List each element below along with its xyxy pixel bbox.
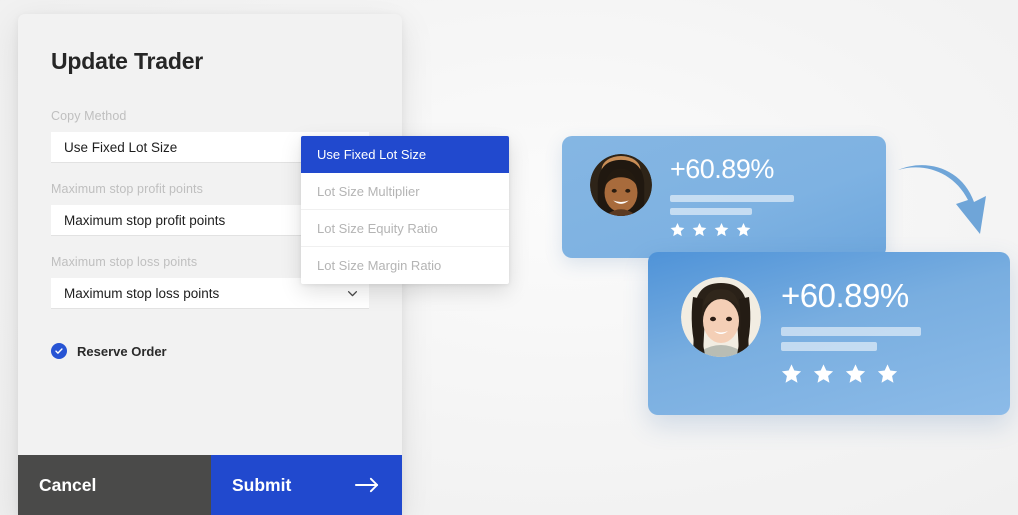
placeholder-bar-short	[670, 208, 752, 215]
modal-footer: Cancel Submit	[18, 455, 402, 515]
page-title: Update Trader	[51, 48, 204, 74]
star-icon	[670, 222, 685, 237]
dropdown-option-lot-size-margin-ratio[interactable]: Lot Size Margin Ratio	[301, 247, 509, 284]
placeholder-bar-long	[781, 327, 921, 336]
card-info: +60.89%	[781, 277, 921, 384]
dropdown-option-label: Lot Size Margin Ratio	[317, 258, 442, 273]
star-icon	[845, 364, 866, 383]
female-avatar-icon	[681, 277, 761, 357]
star-icon	[692, 222, 707, 237]
cancel-button[interactable]: Cancel	[18, 455, 211, 515]
trader-card-2: +60.89%	[648, 252, 1010, 415]
dropdown-option-label: Use Fixed Lot Size	[317, 147, 427, 162]
dropdown-option-label: Lot Size Equity Ratio	[317, 220, 438, 236]
percent-value: +60.89%	[670, 154, 774, 184]
reserve-order-label: Reserve Order	[77, 343, 167, 359]
stop-loss-value: Maximum stop loss points	[64, 285, 220, 301]
star-icon	[813, 364, 834, 383]
percent-value: +60.89%	[781, 277, 909, 314]
star-icon	[736, 222, 751, 237]
dropdown-option-lot-size-multiplier[interactable]: Lot Size Multiplier	[301, 173, 509, 210]
copy-method-dropdown: Use Fixed Lot Size Lot Size Multiplier L…	[301, 136, 509, 284]
placeholder-bar-long	[670, 195, 794, 202]
star-rating	[670, 222, 794, 237]
trader-card-1: +60.89%	[562, 136, 886, 258]
star-icon	[781, 364, 802, 383]
submit-button[interactable]: Submit	[211, 455, 402, 515]
star-icon	[877, 364, 898, 383]
chevron-down-icon[interactable]	[346, 287, 359, 300]
field-label-copy-method: Copy Method	[51, 109, 127, 123]
placeholder-bar-short	[781, 342, 877, 351]
dropdown-option-label: Lot Size Multiplier	[317, 183, 420, 199]
star-rating	[781, 363, 921, 384]
star-icon	[714, 222, 729, 237]
submit-button-label: Submit	[232, 474, 292, 495]
avatar	[590, 154, 652, 216]
reserve-order-checkbox-row[interactable]: Reserve Order	[51, 343, 369, 359]
dropdown-option-use-fixed-lot-size[interactable]: Use Fixed Lot Size	[301, 136, 509, 173]
dropdown-option-lot-size-equity-ratio[interactable]: Lot Size Equity Ratio	[301, 210, 509, 247]
avatar	[681, 277, 761, 357]
arrow-right-icon	[354, 477, 379, 493]
cancel-button-label: Cancel	[39, 474, 97, 495]
curved-arrow-icon	[898, 165, 986, 234]
checkmark-icon[interactable]	[51, 343, 67, 359]
card-info: +60.89%	[670, 154, 794, 237]
male-avatar-icon	[590, 154, 652, 216]
